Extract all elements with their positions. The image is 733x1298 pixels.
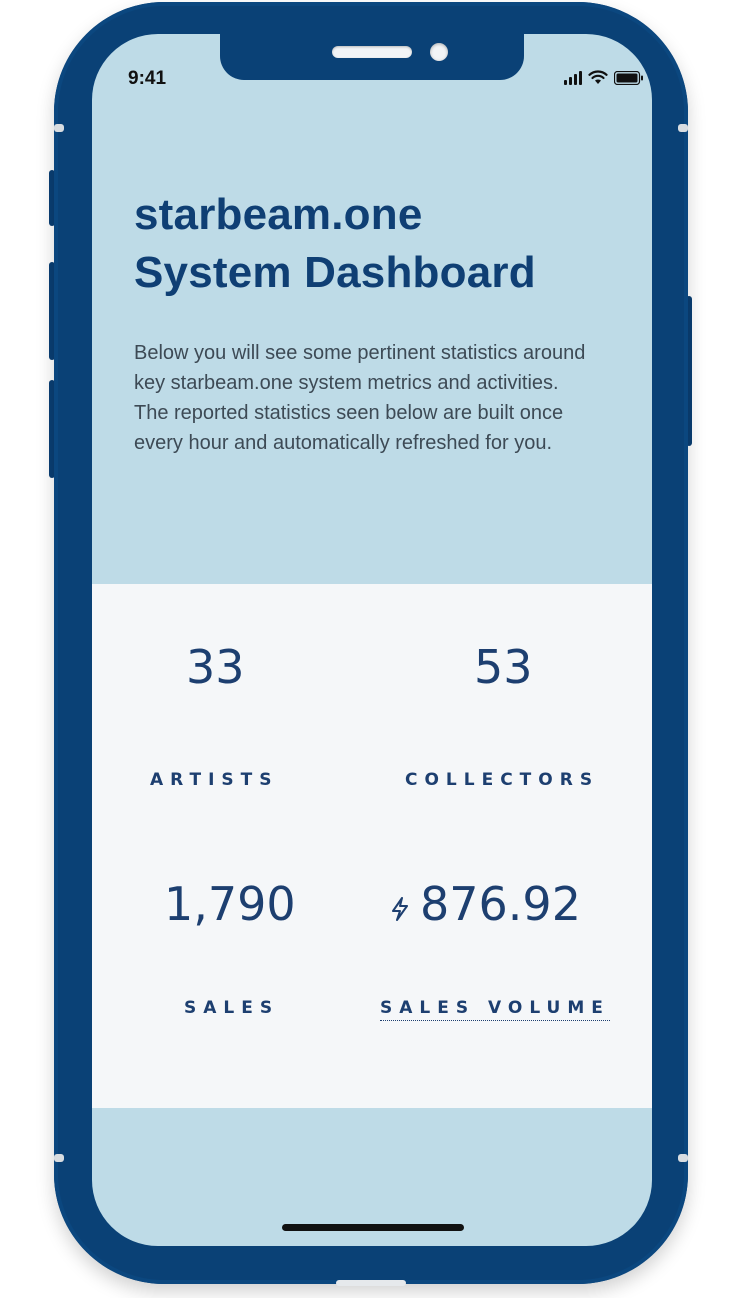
status-time: 9:41 <box>128 68 167 89</box>
sales-volume-value: 876.92 <box>390 877 581 935</box>
page-title-line2: System Dashboard <box>134 248 536 297</box>
wifi-icon <box>588 70 608 85</box>
page-title-line1: starbeam.one <box>134 190 423 239</box>
antenna-line-bottom-left <box>54 1154 64 1162</box>
artists-count: 33 <box>186 640 245 694</box>
phone-mockup: starbeam.one System Dashboard Below you … <box>0 0 733 1298</box>
battery-icon <box>614 71 644 85</box>
phone-frame: starbeam.one System Dashboard Below you … <box>54 2 688 1286</box>
phone-screen: starbeam.one System Dashboard Below you … <box>92 34 652 1246</box>
stats-panel: 33 ARTISTS 53 COLLECTORS 1,790 SALES 876… <box>92 584 652 1108</box>
collectors-count: 53 <box>474 640 533 694</box>
collectors-label: COLLECTORS <box>405 770 600 790</box>
frame-bottom-port <box>336 1280 406 1286</box>
sales-count: 1,790 <box>164 877 296 931</box>
sales-volume-amount: 876.92 <box>420 877 581 931</box>
page-title: starbeam.one System Dashboard <box>134 186 536 302</box>
artists-label: ARTISTS <box>150 770 279 790</box>
antenna-line-top-right <box>678 124 688 132</box>
status-icons <box>564 70 644 85</box>
antenna-line-top-left <box>54 124 64 132</box>
signal-icon <box>564 71 582 85</box>
dashboard-header: starbeam.one System Dashboard Below you … <box>92 34 652 584</box>
front-camera <box>430 43 448 61</box>
antenna-line-bottom-right <box>678 1154 688 1162</box>
home-indicator <box>282 1224 464 1231</box>
speaker-grille <box>332 46 412 58</box>
sales-volume-label[interactable]: SALES VOLUME <box>380 998 610 1021</box>
intro-text: Below you will see some pertinent statis… <box>134 342 586 454</box>
bolt-icon <box>390 878 410 932</box>
sales-label: SALES <box>184 998 280 1018</box>
